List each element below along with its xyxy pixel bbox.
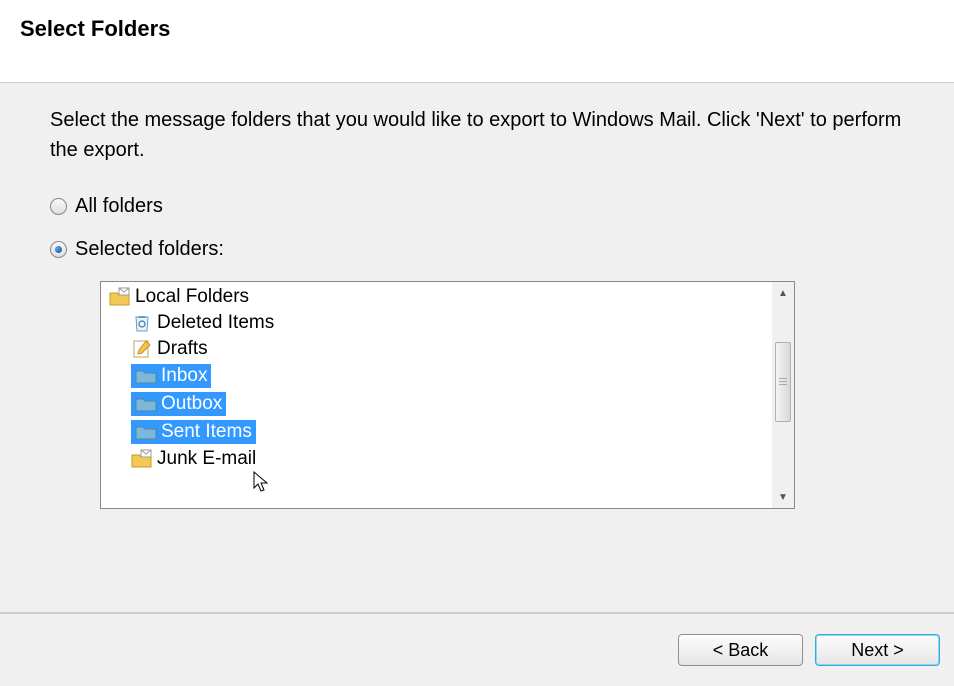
radio-label: Selected folders: xyxy=(75,238,224,261)
scroll-thumb[interactable] xyxy=(775,342,791,422)
scroll-down-icon[interactable]: ▼ xyxy=(774,488,792,506)
folder-mail-icon xyxy=(131,449,153,469)
folder-tree: Local Folders Deleted Items Drafts xyxy=(100,281,795,509)
tree-root-label: Local Folders xyxy=(135,286,249,308)
tree-content: Local Folders Deleted Items Drafts xyxy=(101,282,772,508)
dialog-footer: < Back Next > xyxy=(0,613,954,686)
radio-label: All folders xyxy=(75,195,163,218)
draft-pencil-icon xyxy=(131,339,153,359)
tree-item-deleted[interactable]: Deleted Items xyxy=(101,310,772,336)
dialog-header: Select Folders xyxy=(0,0,954,82)
tree-item-sent[interactable]: Sent Items xyxy=(101,418,772,446)
tree-item-label: Sent Items xyxy=(161,421,252,443)
tree-item-label: Inbox xyxy=(161,365,207,387)
folder-blue-icon xyxy=(135,366,157,386)
tree-item-drafts[interactable]: Drafts xyxy=(101,336,772,362)
dialog-title: Select Folders xyxy=(20,16,934,42)
radio-icon-checked xyxy=(50,241,67,258)
tree-item-inbox[interactable]: Inbox xyxy=(101,362,772,390)
folder-blue-icon xyxy=(135,422,157,442)
folder-mail-icon xyxy=(109,287,131,307)
tree-item-label: Outbox xyxy=(161,393,222,415)
dialog-content: Select the message folders that you woul… xyxy=(0,83,954,612)
tree-item-label: Drafts xyxy=(157,338,208,360)
instruction-text: Select the message folders that you woul… xyxy=(50,105,904,165)
tree-item-junk[interactable]: Junk E-mail xyxy=(101,446,772,472)
tree-item-outbox[interactable]: Outbox xyxy=(101,390,772,418)
scroll-up-icon[interactable]: ▲ xyxy=(774,284,792,302)
radio-icon xyxy=(50,198,67,215)
tree-scrollbar[interactable]: ▲ ▼ xyxy=(772,282,794,508)
radio-all-folders[interactable]: All folders xyxy=(50,195,904,218)
next-button[interactable]: Next > xyxy=(815,634,940,666)
tree-item-label: Deleted Items xyxy=(157,312,274,334)
tree-root-local-folders[interactable]: Local Folders xyxy=(101,284,772,310)
folder-blue-icon xyxy=(135,394,157,414)
recycle-bin-icon xyxy=(131,313,153,333)
tree-item-label: Junk E-mail xyxy=(157,448,256,470)
folder-scope-radio-group: All folders Selected folders: xyxy=(50,195,904,261)
radio-selected-folders[interactable]: Selected folders: xyxy=(50,238,904,261)
back-button[interactable]: < Back xyxy=(678,634,803,666)
